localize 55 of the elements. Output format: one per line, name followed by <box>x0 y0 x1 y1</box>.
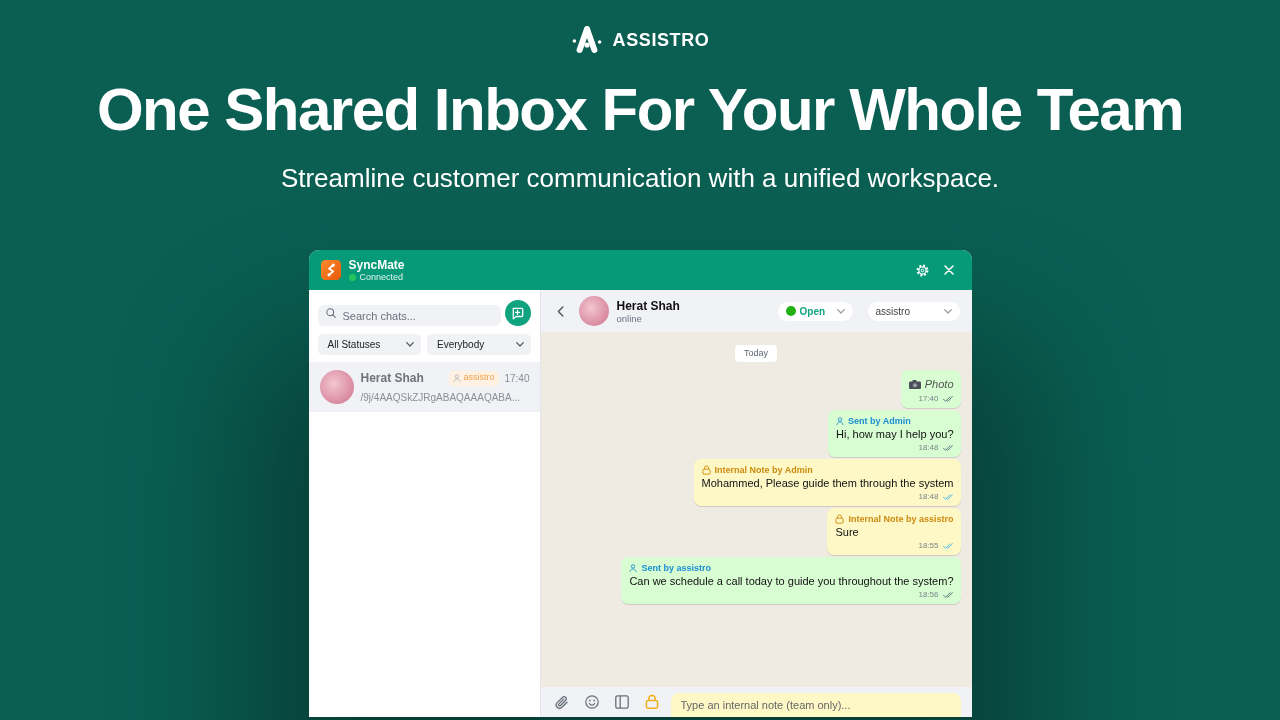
message-time: 18:55 <box>918 540 939 551</box>
panel-icon[interactable] <box>614 695 629 709</box>
person-icon <box>836 417 845 425</box>
brand-name: ASSISTRO <box>612 29 710 51</box>
agent-filter[interactable]: Everybody <box>427 334 531 355</box>
message-time: 18:48 <box>918 491 939 502</box>
assignee-dropdown[interactable]: assistro <box>867 301 960 321</box>
message-text: Hi, how may I help you? <box>836 427 954 442</box>
back-icon[interactable] <box>556 305 564 317</box>
lock-icon <box>835 514 845 524</box>
avatar <box>319 370 354 404</box>
sender-label: Internal Note by Admin <box>714 464 813 476</box>
search-icon <box>325 308 336 318</box>
sender-label: Internal Note by assistro <box>848 513 954 525</box>
status-filter[interactable]: All Statuses <box>317 334 421 355</box>
chat-list-item[interactable]: Herat Shah assistro 17:40 /9j/4AAQSkZJRgABAQAAAQABA... <box>308 362 540 412</box>
message-time: 18:48 <box>918 442 939 453</box>
chat-time: 17:40 <box>504 371 530 386</box>
message-text: Can we schedule a call today to guide you throughout the system? <box>629 574 954 589</box>
caret-icon <box>406 342 414 347</box>
avatar <box>578 296 609 326</box>
message-text: Mohammed, Please guide them through the system <box>701 476 954 491</box>
close-icon[interactable] <box>943 265 954 275</box>
emoji-icon[interactable] <box>584 695 599 709</box>
photo-caption: Photo <box>924 377 954 392</box>
status-dot-icon <box>785 306 796 316</box>
message-time: 18:56 <box>918 589 939 600</box>
sender-label: Sent by assistro <box>641 562 711 574</box>
connection-status: Connected <box>359 271 404 283</box>
presence-status: online <box>616 312 643 324</box>
contact-name: Herat Shah <box>616 298 680 313</box>
app-title: SyncMate <box>348 257 405 272</box>
lock-icon <box>701 465 711 475</box>
app-logo-icon <box>320 260 341 280</box>
note-input[interactable]: Type an internal note (team only)... <box>670 693 961 717</box>
person-icon <box>453 374 462 382</box>
message-time: 17:40 <box>918 393 939 404</box>
person-icon <box>629 564 638 572</box>
message-plus-icon <box>511 306 524 320</box>
caret-icon <box>943 308 952 314</box>
agent-name: assistro <box>463 371 495 385</box>
contact-name: Herat Shah <box>360 370 424 387</box>
message-preview: /9j/4AAQSkZJRgABAQAAAQABA... <box>360 391 521 405</box>
caret-icon <box>836 308 845 314</box>
search-field[interactable]: Search chats... <box>317 305 501 326</box>
paperclip-icon[interactable] <box>554 694 569 710</box>
subheadline: Streamline customer communication with a unified workspace. <box>280 162 1000 194</box>
caret-icon <box>515 342 524 347</box>
headline: One Shared Inbox For Your Whole Team <box>96 77 1184 143</box>
new-chat-button[interactable] <box>504 300 531 326</box>
camera-icon <box>908 379 921 389</box>
logo-icon <box>570 24 603 56</box>
message-text: Sure <box>835 525 860 540</box>
sender-label: Sent by Admin <box>848 415 911 427</box>
settings-icon[interactable] <box>915 263 929 277</box>
